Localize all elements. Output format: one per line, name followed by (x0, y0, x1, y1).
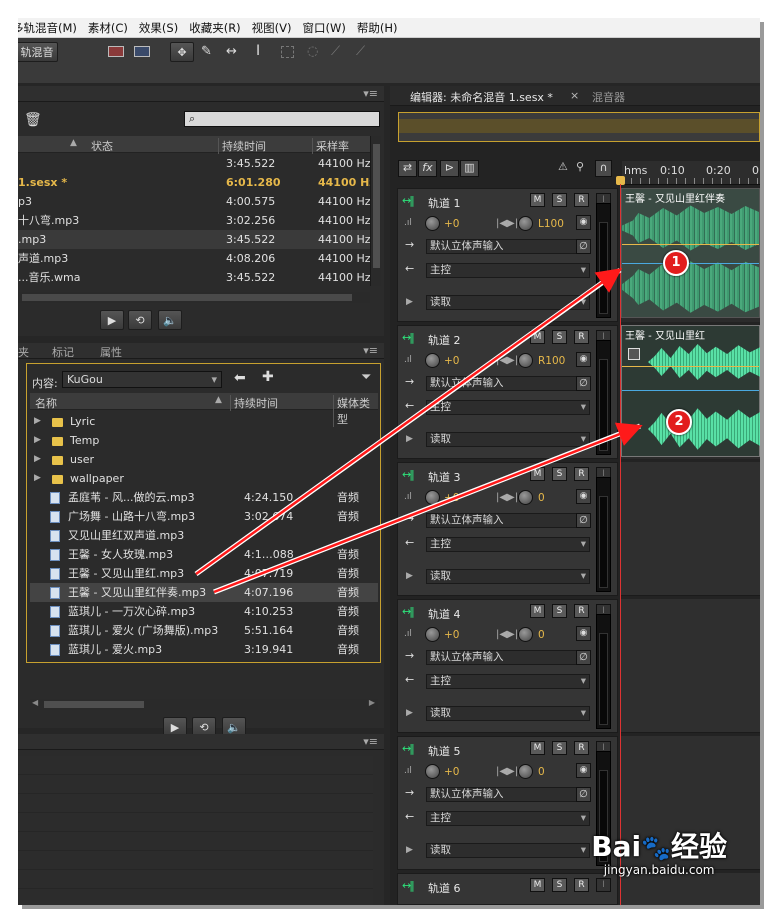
arrow-2-core (213, 422, 643, 594)
annotation-arrows (194, 267, 643, 595)
marker-2: 2 (666, 409, 692, 435)
watermark-brand2: 经验 (670, 830, 727, 863)
paw-logo-icon: 🐾 (641, 834, 671, 862)
marker-1: 1 (663, 250, 689, 276)
watermark-brand: Bai (591, 830, 642, 863)
watermark: Bai🐾经验 jingyan.baidu.com (591, 830, 727, 878)
watermark-url: jingyan.baidu.com (603, 863, 715, 877)
arrow-1-core (195, 268, 623, 576)
app-window: 多轨混音(M) 素材(C) 效果(S) 收藏夹(R) 视图(V) 窗口(W) 帮… (18, 18, 760, 905)
